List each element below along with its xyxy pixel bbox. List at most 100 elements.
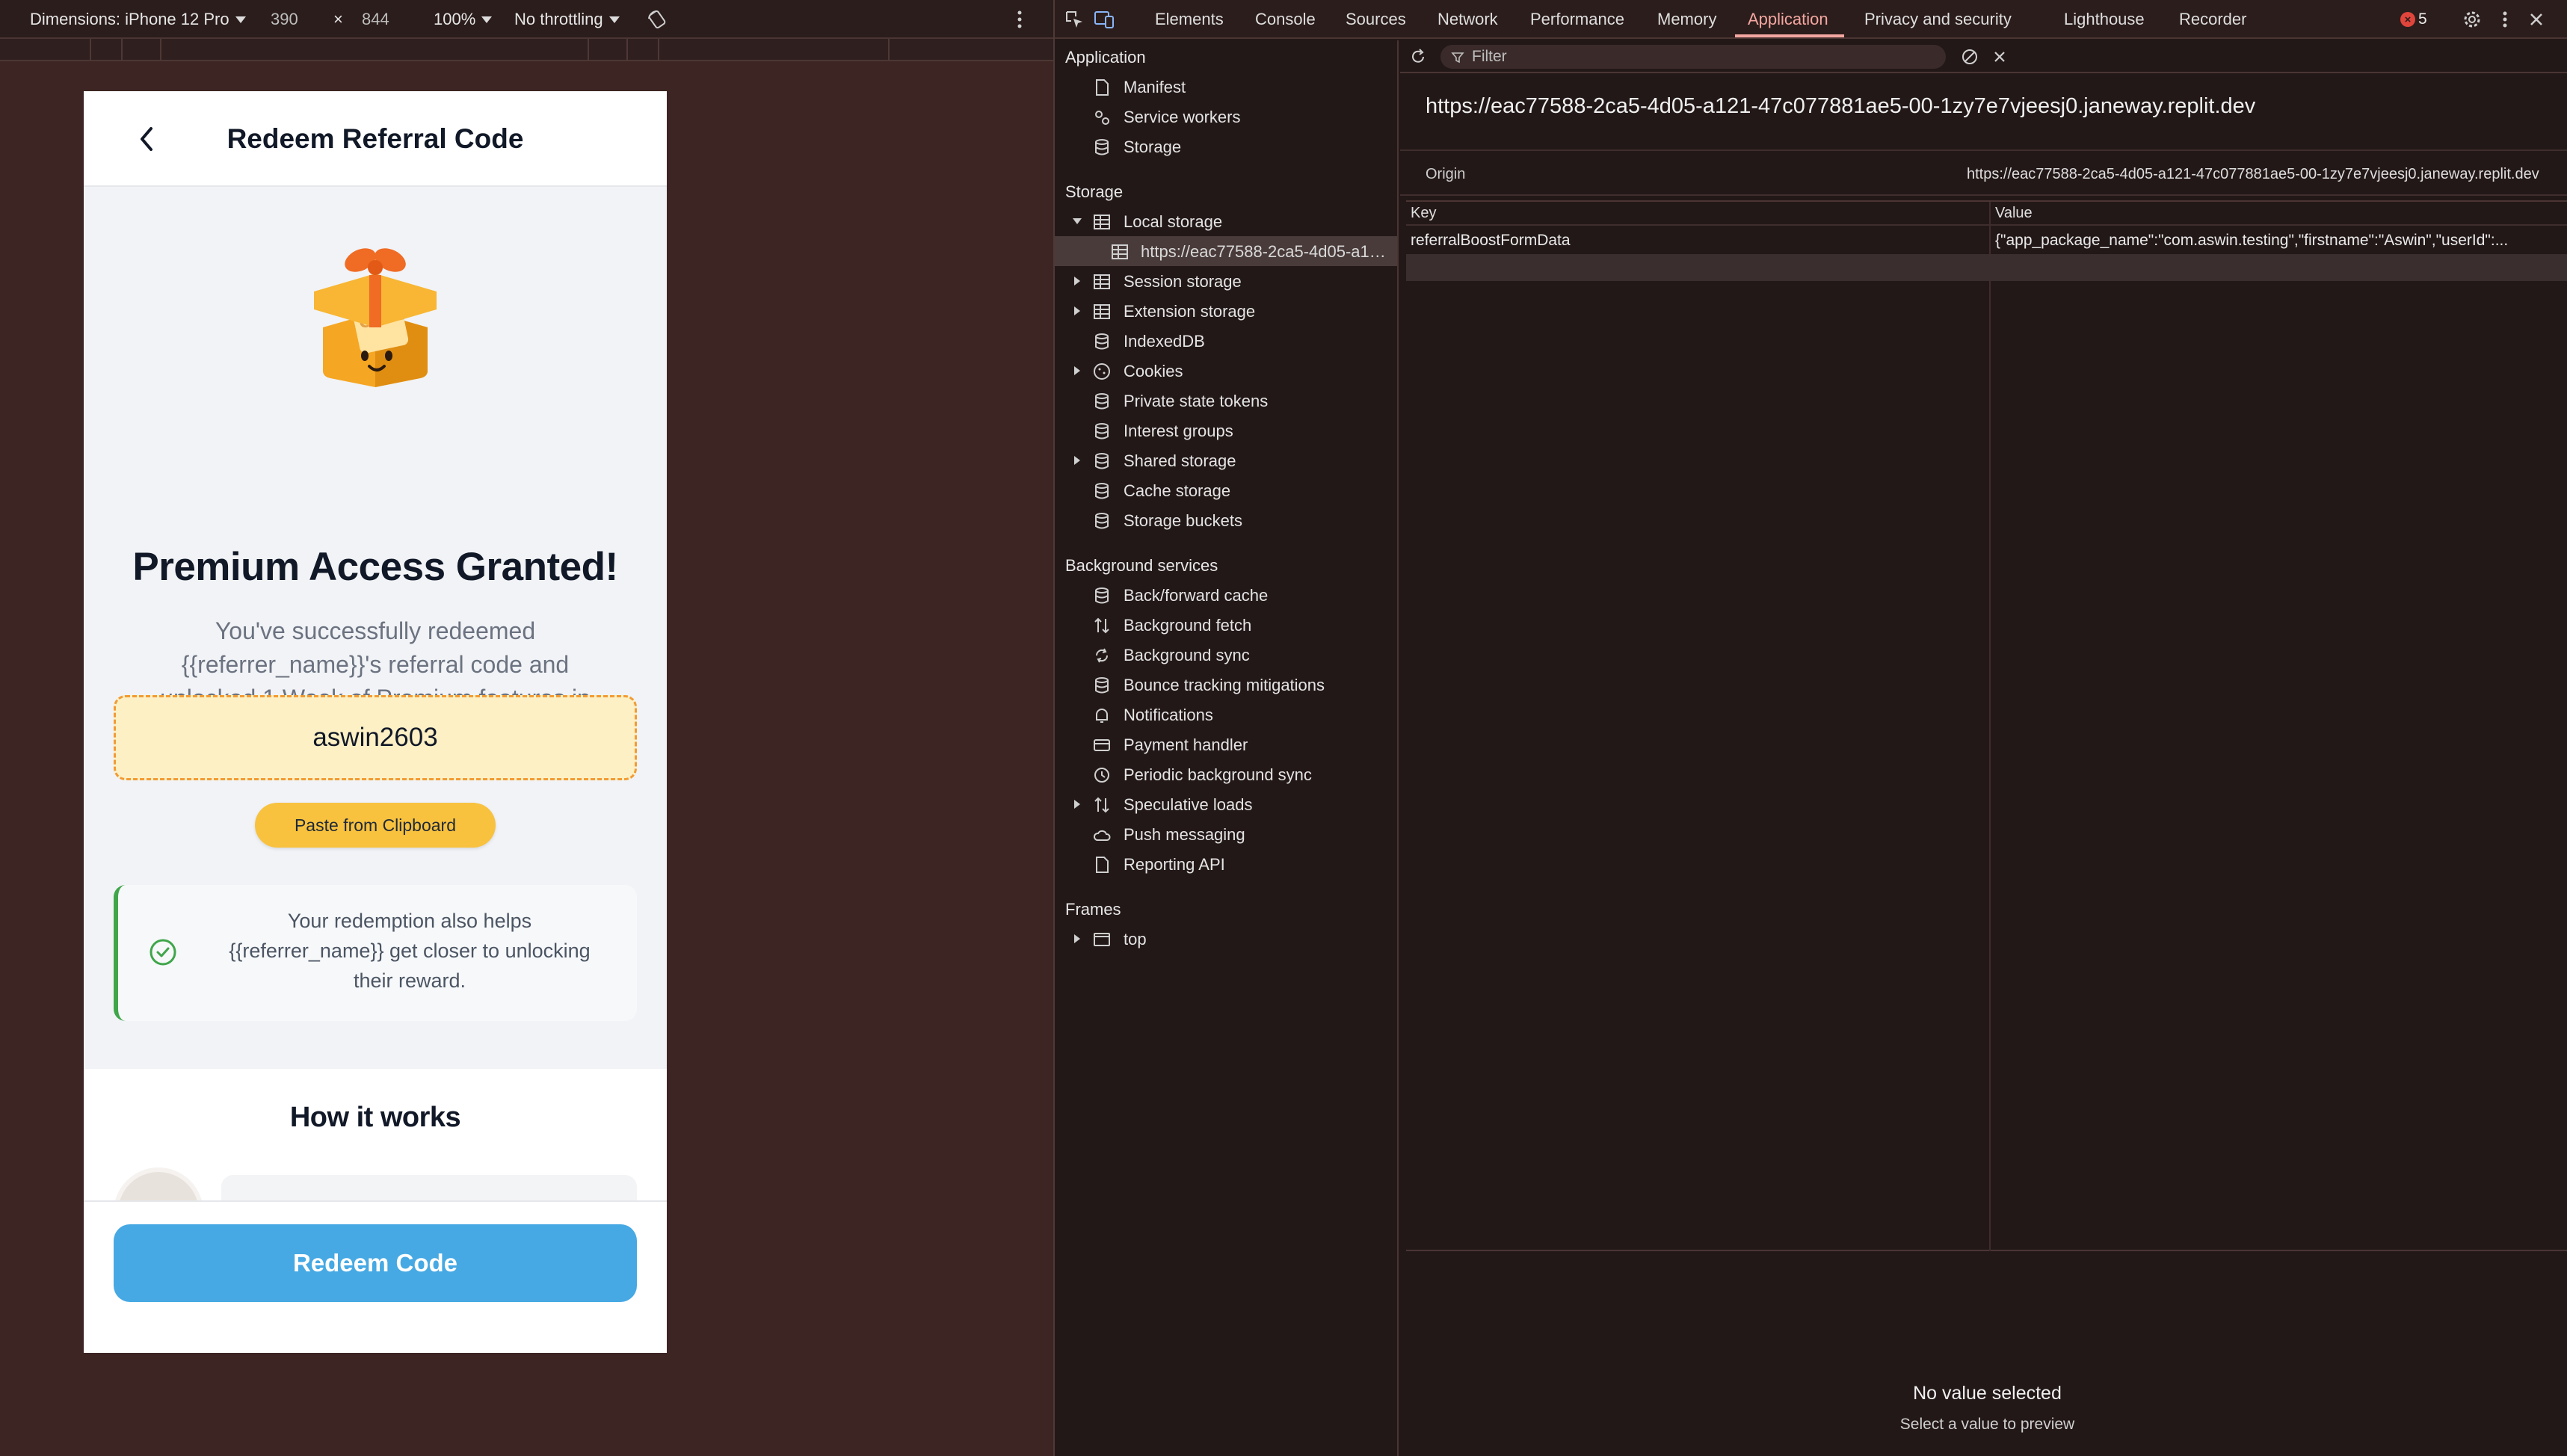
back-button[interactable] [126,118,167,160]
sidebar-item-payment-handler[interactable]: Payment handler [1055,729,1397,759]
sidebar-item-label: Background fetch [1124,616,1252,635]
preview-subtitle: Select a value to preview [1899,1416,2075,1433]
sidebar-item-background-fetch[interactable]: Background fetch [1055,610,1397,640]
sidebar-item-shared-storage[interactable]: Shared storage [1055,445,1397,475]
height-input[interactable]: 844 [362,0,389,39]
sidebar-item-reporting-api[interactable]: Reporting API [1055,849,1397,879]
referral-code-input[interactable]: aswin2603 [114,695,637,780]
expand-arrow-icon[interactable] [1074,934,1080,943]
sidebar-item-speculative-loads[interactable]: Speculative loads [1055,789,1397,819]
sidebar-item-periodic-background-sync[interactable]: Periodic background sync [1055,759,1397,789]
expand-arrow-icon[interactable] [1073,218,1082,224]
storage-view: Filter https://eac77588-2ca5-4d05-a121-4… [1400,40,2567,1456]
settings-gear-icon[interactable] [2460,7,2484,31]
tab-performance[interactable]: Performance [1530,0,1624,39]
refresh-icon[interactable] [1406,45,1430,69]
rotate-icon[interactable] [646,0,668,39]
tab-memory[interactable]: Memory [1657,0,1716,39]
sidebar-item-storage-buckets[interactable]: Storage buckets [1055,505,1397,535]
throttling-selector[interactable]: No throttling [514,0,620,39]
table-icon [1094,304,1110,319]
database-icon [1095,139,1109,155]
filter-input[interactable]: Filter [1440,45,1946,69]
notice-text: Your redemption also helps {{referrer_na… [229,910,591,992]
sidebar-item-background-sync[interactable]: Background sync [1055,640,1397,670]
sidebar-item-extension-storage[interactable]: Extension storage [1055,296,1397,326]
sidebar-item-push-messaging[interactable]: Push messaging [1055,819,1397,849]
sidebar-item-cache-storage[interactable]: Cache storage [1055,475,1397,505]
sidebar-item-storage[interactable]: Storage [1055,132,1397,161]
tab-console[interactable]: Console [1255,0,1316,39]
sidebar-item-label: https://eac77588-2ca5-4d05-a121-47c07788… [1141,242,1387,261]
throttling-value: No throttling [514,10,603,28]
error-counter[interactable]: × 5 [2400,9,2427,30]
table-icon [1094,215,1110,229]
device-selector[interactable]: Dimensions: iPhone 12 Pro [30,0,246,39]
ruler-mark [888,39,890,61]
zoom-selector[interactable]: 100% [434,0,493,39]
clear-all-icon[interactable] [1958,45,1982,69]
cell-value: {"app_package_name":"com.aswin.testing",… [1995,232,2509,249]
table-row[interactable]: referralBoostFormData {"app_package_name… [1406,227,2567,254]
database-icon [1095,677,1109,694]
sidebar-item-back-forward-cache[interactable]: Back/forward cache [1055,580,1397,610]
sidebar-item-indexeddb[interactable]: IndexedDB [1055,326,1397,356]
redeem-code-button[interactable]: Redeem Code [114,1224,637,1302]
tab-lighthouse[interactable]: Lighthouse [2064,0,2145,39]
cell-key: referralBoostFormData [1411,232,1571,249]
sidebar-item-local-storage[interactable]: Local storage [1055,206,1397,236]
sidebar-header-frames: Frames [1065,900,1121,919]
sidebar-item-label: Storage [1124,138,1182,156]
sidebar-item-cookies[interactable]: Cookies [1055,356,1397,386]
sidebar-item-private-state-tokens[interactable]: Private state tokens [1055,386,1397,416]
bell-icon [1096,709,1108,723]
sidebar-item-session-storage[interactable]: Session storage [1055,266,1397,296]
sidebar-item-label: top [1124,930,1147,948]
origin-label: Origin [1426,166,1466,182]
sidebar-item-interest-groups[interactable]: Interest groups [1055,416,1397,445]
tab-sources[interactable]: Sources [1346,0,1406,39]
app-header: Redeem Referral Code [84,91,667,187]
ruler-mark [121,39,123,61]
column-divider[interactable] [1989,202,1991,1251]
device-viewport-pane: Dimensions: iPhone 12 Pro 390 × 844 100%… [0,0,1053,1456]
sidebar-item-label: Session storage [1124,272,1242,291]
chevron-left-icon [141,127,152,151]
sync-icon [1095,648,1109,663]
column-header-key[interactable]: Key [1411,205,1436,222]
sidebar-item-label: Cookies [1124,362,1183,380]
sidebar-item-manifest[interactable]: Manifest [1055,72,1397,102]
expand-arrow-icon[interactable] [1074,366,1080,375]
table-row-empty[interactable] [1406,254,2567,281]
tab-privacy-and-security[interactable]: Privacy and security [1864,0,2012,39]
sidebar-item-label: Notifications [1124,706,1213,724]
close-icon[interactable] [2524,7,2548,31]
device-toolbar: Dimensions: iPhone 12 Pro 390 × 844 100%… [0,0,1053,39]
expand-arrow-icon[interactable] [1074,277,1080,286]
filter-placeholder: Filter [1472,48,1507,65]
sidebar-item-service-workers[interactable]: Service workers [1055,102,1397,132]
expand-arrow-icon[interactable] [1074,800,1080,809]
more-options-icon[interactable] [1017,0,1023,39]
credit-card-icon [1094,739,1110,751]
sidebar-item-local-storage-origin[interactable]: https://eac77588-2ca5-4d05-a121-47c07788… [1055,236,1397,266]
tab-recorder[interactable]: Recorder [2179,0,2246,39]
tab-application[interactable]: Application [1748,0,1828,39]
delete-selected-icon[interactable] [1988,45,2012,69]
devtools-panel: Elements Console Sources Network Perform… [1053,0,2567,1456]
sidebar-item-notifications[interactable]: Notifications [1055,700,1397,729]
width-input[interactable]: 390 [271,0,298,39]
document-icon [1096,79,1109,96]
column-header-value[interactable]: Value [1995,205,2033,222]
tab-network[interactable]: Network [1437,0,1498,39]
database-icon [1095,423,1109,439]
sidebar-item-bounce-tracking-mitigations[interactable]: Bounce tracking mitigations [1055,670,1397,700]
device-toggle-icon[interactable] [1092,7,1116,31]
sidebar-item-frame-top[interactable]: top [1055,924,1397,954]
inspect-element-icon[interactable] [1062,7,1086,31]
expand-arrow-icon[interactable] [1074,456,1080,465]
tab-elements[interactable]: Elements [1155,0,1224,39]
paste-from-clipboard-button[interactable]: Paste from Clipboard [255,803,496,848]
more-options-icon[interactable] [2493,7,2517,31]
expand-arrow-icon[interactable] [1074,306,1080,315]
